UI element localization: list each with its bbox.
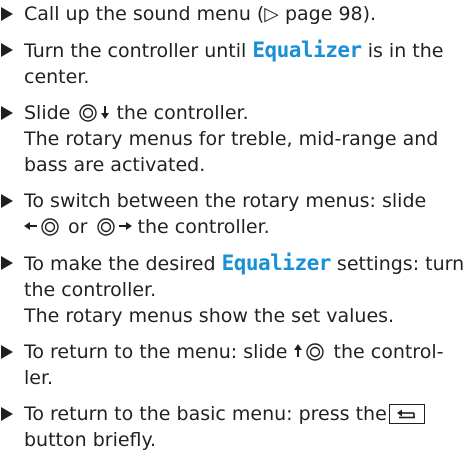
step-text: is in the	[361, 40, 444, 62]
instruction-step: Turn the controller until Equalizer is i…	[0, 37, 466, 90]
step-text: To switch between the rotary menus: slid…	[24, 190, 427, 212]
arrow-down-icon	[100, 102, 110, 120]
controller-icon	[76, 104, 100, 122]
arrow-left-icon	[24, 216, 38, 234]
bullet-triangle-icon	[1, 256, 13, 270]
step-line: To return to the basic menu: press the	[24, 401, 466, 427]
step-text: Slide	[24, 102, 77, 124]
step-text: The rotary menus show the set values.	[24, 305, 395, 327]
controller-icon	[38, 218, 62, 236]
arrow-right-icon	[118, 216, 132, 234]
step-text: the controller.	[24, 279, 157, 301]
step-text: bass are activated.	[24, 154, 206, 176]
controller-icon	[303, 343, 327, 361]
step-text: or	[62, 216, 94, 238]
bullet-triangle-icon	[1, 345, 13, 359]
bullet-triangle-icon	[1, 106, 13, 120]
step-line: To return to the menu: slide the control…	[24, 339, 466, 365]
bullet-triangle-icon	[1, 407, 13, 421]
arrow-up-icon	[293, 341, 303, 359]
back-button-icon	[388, 404, 425, 424]
instruction-list: Call up the sound menu (▷ page 98). Turn…	[0, 1, 466, 463]
step-line: Turn the controller until Equalizer is i…	[24, 37, 466, 64]
step-text: The rotary menus for treble, mid-range a…	[24, 128, 439, 150]
step-text: To return to the menu: slide	[24, 341, 294, 363]
step-text: To return to the basic menu: press the	[24, 403, 387, 425]
step-text: the control-	[327, 341, 444, 363]
step-text: the controller.	[131, 216, 270, 238]
bullet-triangle-icon	[1, 43, 13, 57]
instruction-step: To make the desired Equalizer settings: …	[0, 250, 466, 329]
step-text: ler.	[24, 367, 54, 389]
step-line: To make the desired Equalizer settings: …	[24, 250, 466, 277]
highlighted-term: Equalizer	[221, 251, 332, 275]
step-text: the controller.	[110, 102, 249, 124]
controller-icon	[94, 218, 118, 236]
step-text: Turn the controller until	[24, 40, 253, 62]
instruction-step: Call up the sound menu (▷ page 98).	[0, 1, 466, 27]
instruction-step: Slide the controller. The rotary menus f…	[0, 100, 466, 178]
highlighted-term: Equalizer	[252, 38, 362, 62]
instruction-step: To return to the basic menu: press the b…	[0, 401, 466, 453]
bullet-triangle-icon	[1, 7, 13, 21]
step-text: Call up the sound menu (▷ page 98).	[24, 3, 377, 25]
step-text: center.	[24, 66, 90, 88]
step-line: Slide the controller.	[24, 100, 466, 126]
bullet-triangle-icon	[1, 194, 13, 208]
instruction-step: To return to the menu: slide the control…	[0, 339, 466, 391]
instruction-step: To switch between the rotary menus: slid…	[0, 188, 466, 240]
step-line: or the controller.	[24, 214, 466, 240]
step-text: settings: turn	[330, 253, 465, 275]
step-text: button briefly.	[24, 429, 157, 451]
step-text: To make the desired	[24, 253, 222, 275]
